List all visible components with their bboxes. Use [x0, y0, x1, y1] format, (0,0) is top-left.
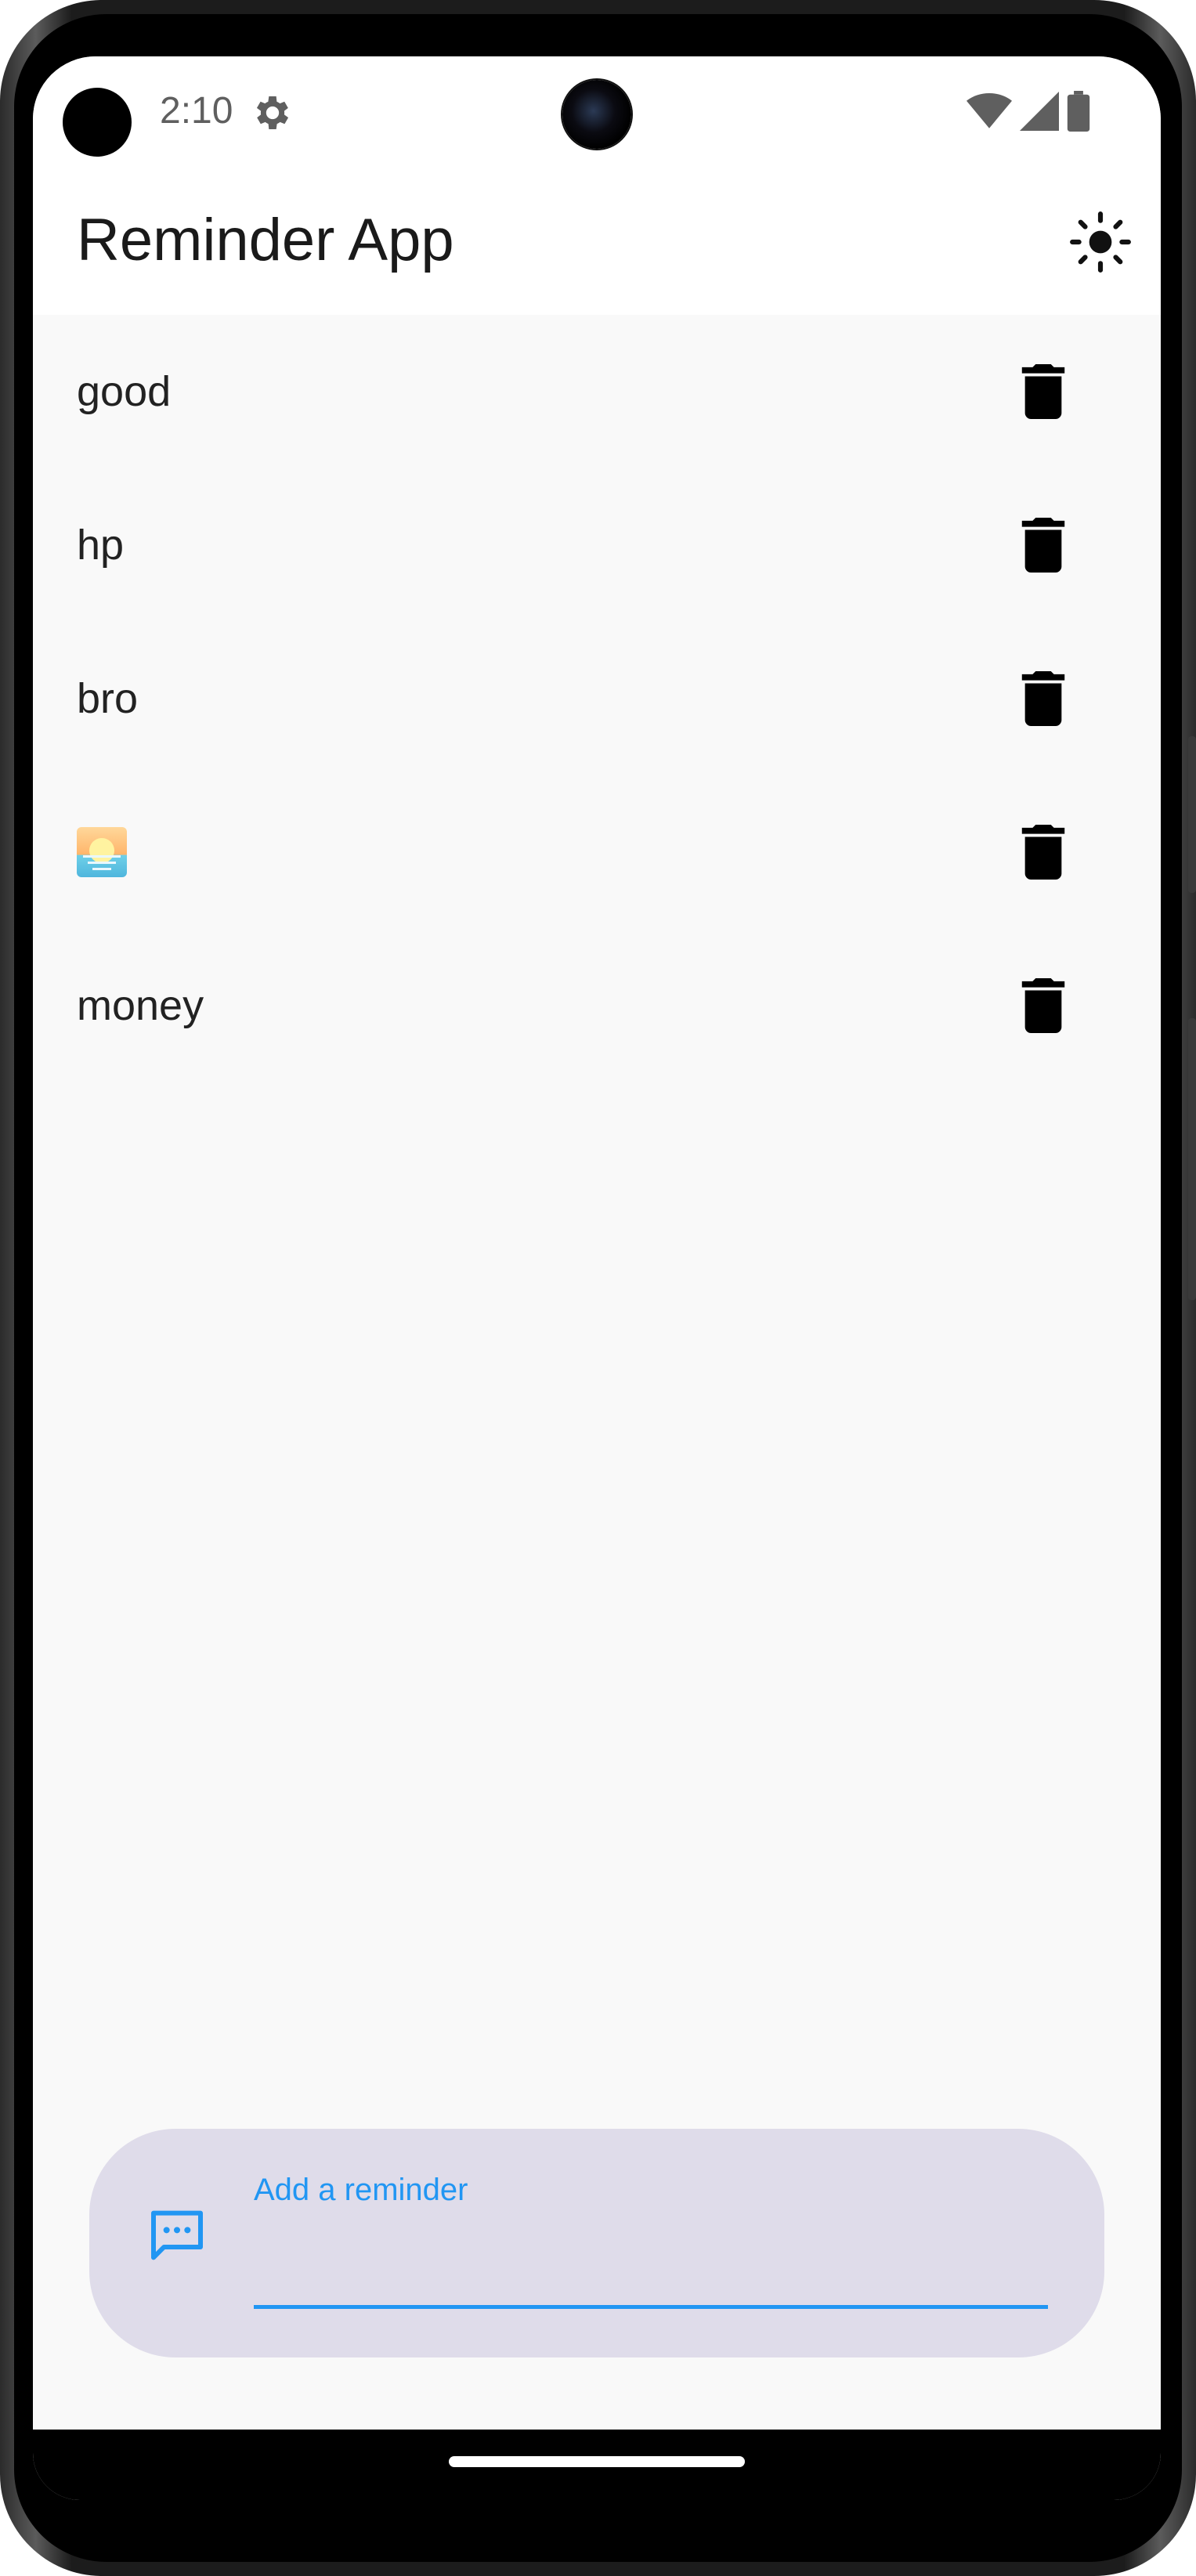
delete-button[interactable]	[1004, 659, 1082, 738]
page-title: Reminder App	[77, 207, 454, 273]
trash-icon	[1021, 978, 1065, 1033]
volume-button	[1188, 736, 1196, 893]
delete-button[interactable]	[1004, 506, 1082, 584]
screen: 2:10 Reminder App good hp bro money Add …	[33, 56, 1161, 2500]
trash-icon	[1021, 364, 1065, 419]
trash-icon	[1021, 518, 1065, 573]
list-item[interactable]	[33, 775, 1161, 929]
status-dot	[63, 88, 132, 157]
delete-button[interactable]	[1004, 813, 1082, 891]
list-item[interactable]: money	[33, 929, 1161, 1082]
trash-icon	[1021, 825, 1065, 880]
theme-toggle-button[interactable]	[1065, 207, 1136, 277]
sunrise-emoji-icon	[77, 827, 127, 877]
home-indicator[interactable]	[449, 2456, 745, 2467]
list-item[interactable]: good	[33, 315, 1161, 468]
delete-button[interactable]	[1004, 966, 1082, 1045]
reminder-list: good hp bro money	[33, 315, 1161, 1082]
status-bar: 2:10	[33, 56, 1161, 166]
gear-icon	[256, 96, 289, 129]
signal-icon	[1020, 92, 1059, 131]
add-reminder-panel: Add a reminder	[89, 2129, 1104, 2357]
power-button	[1188, 1018, 1196, 1300]
reminder-emoji-cell	[77, 775, 127, 929]
message-icon	[151, 2210, 203, 2260]
wifi-icon	[967, 93, 1012, 128]
reminder-input[interactable]	[254, 2215, 1048, 2309]
reminder-input-label: Add a reminder	[254, 2173, 468, 2207]
app-bar: Reminder App	[33, 166, 1161, 315]
list-item[interactable]: hp	[33, 468, 1161, 622]
delete-button[interactable]	[1004, 352, 1082, 431]
reminder-text: money	[77, 982, 204, 1029]
status-time: 2:10	[160, 90, 233, 132]
trash-icon	[1021, 671, 1065, 726]
reminder-text: hp	[77, 522, 125, 569]
battery-icon	[1067, 91, 1090, 132]
front-camera	[562, 80, 631, 149]
reminder-text: good	[77, 368, 172, 415]
reminder-text: bro	[77, 675, 139, 722]
list-item[interactable]: bro	[33, 622, 1161, 775]
sun-icon	[1070, 211, 1131, 273]
navigation-bar	[33, 2430, 1161, 2500]
status-icons	[967, 91, 1090, 132]
